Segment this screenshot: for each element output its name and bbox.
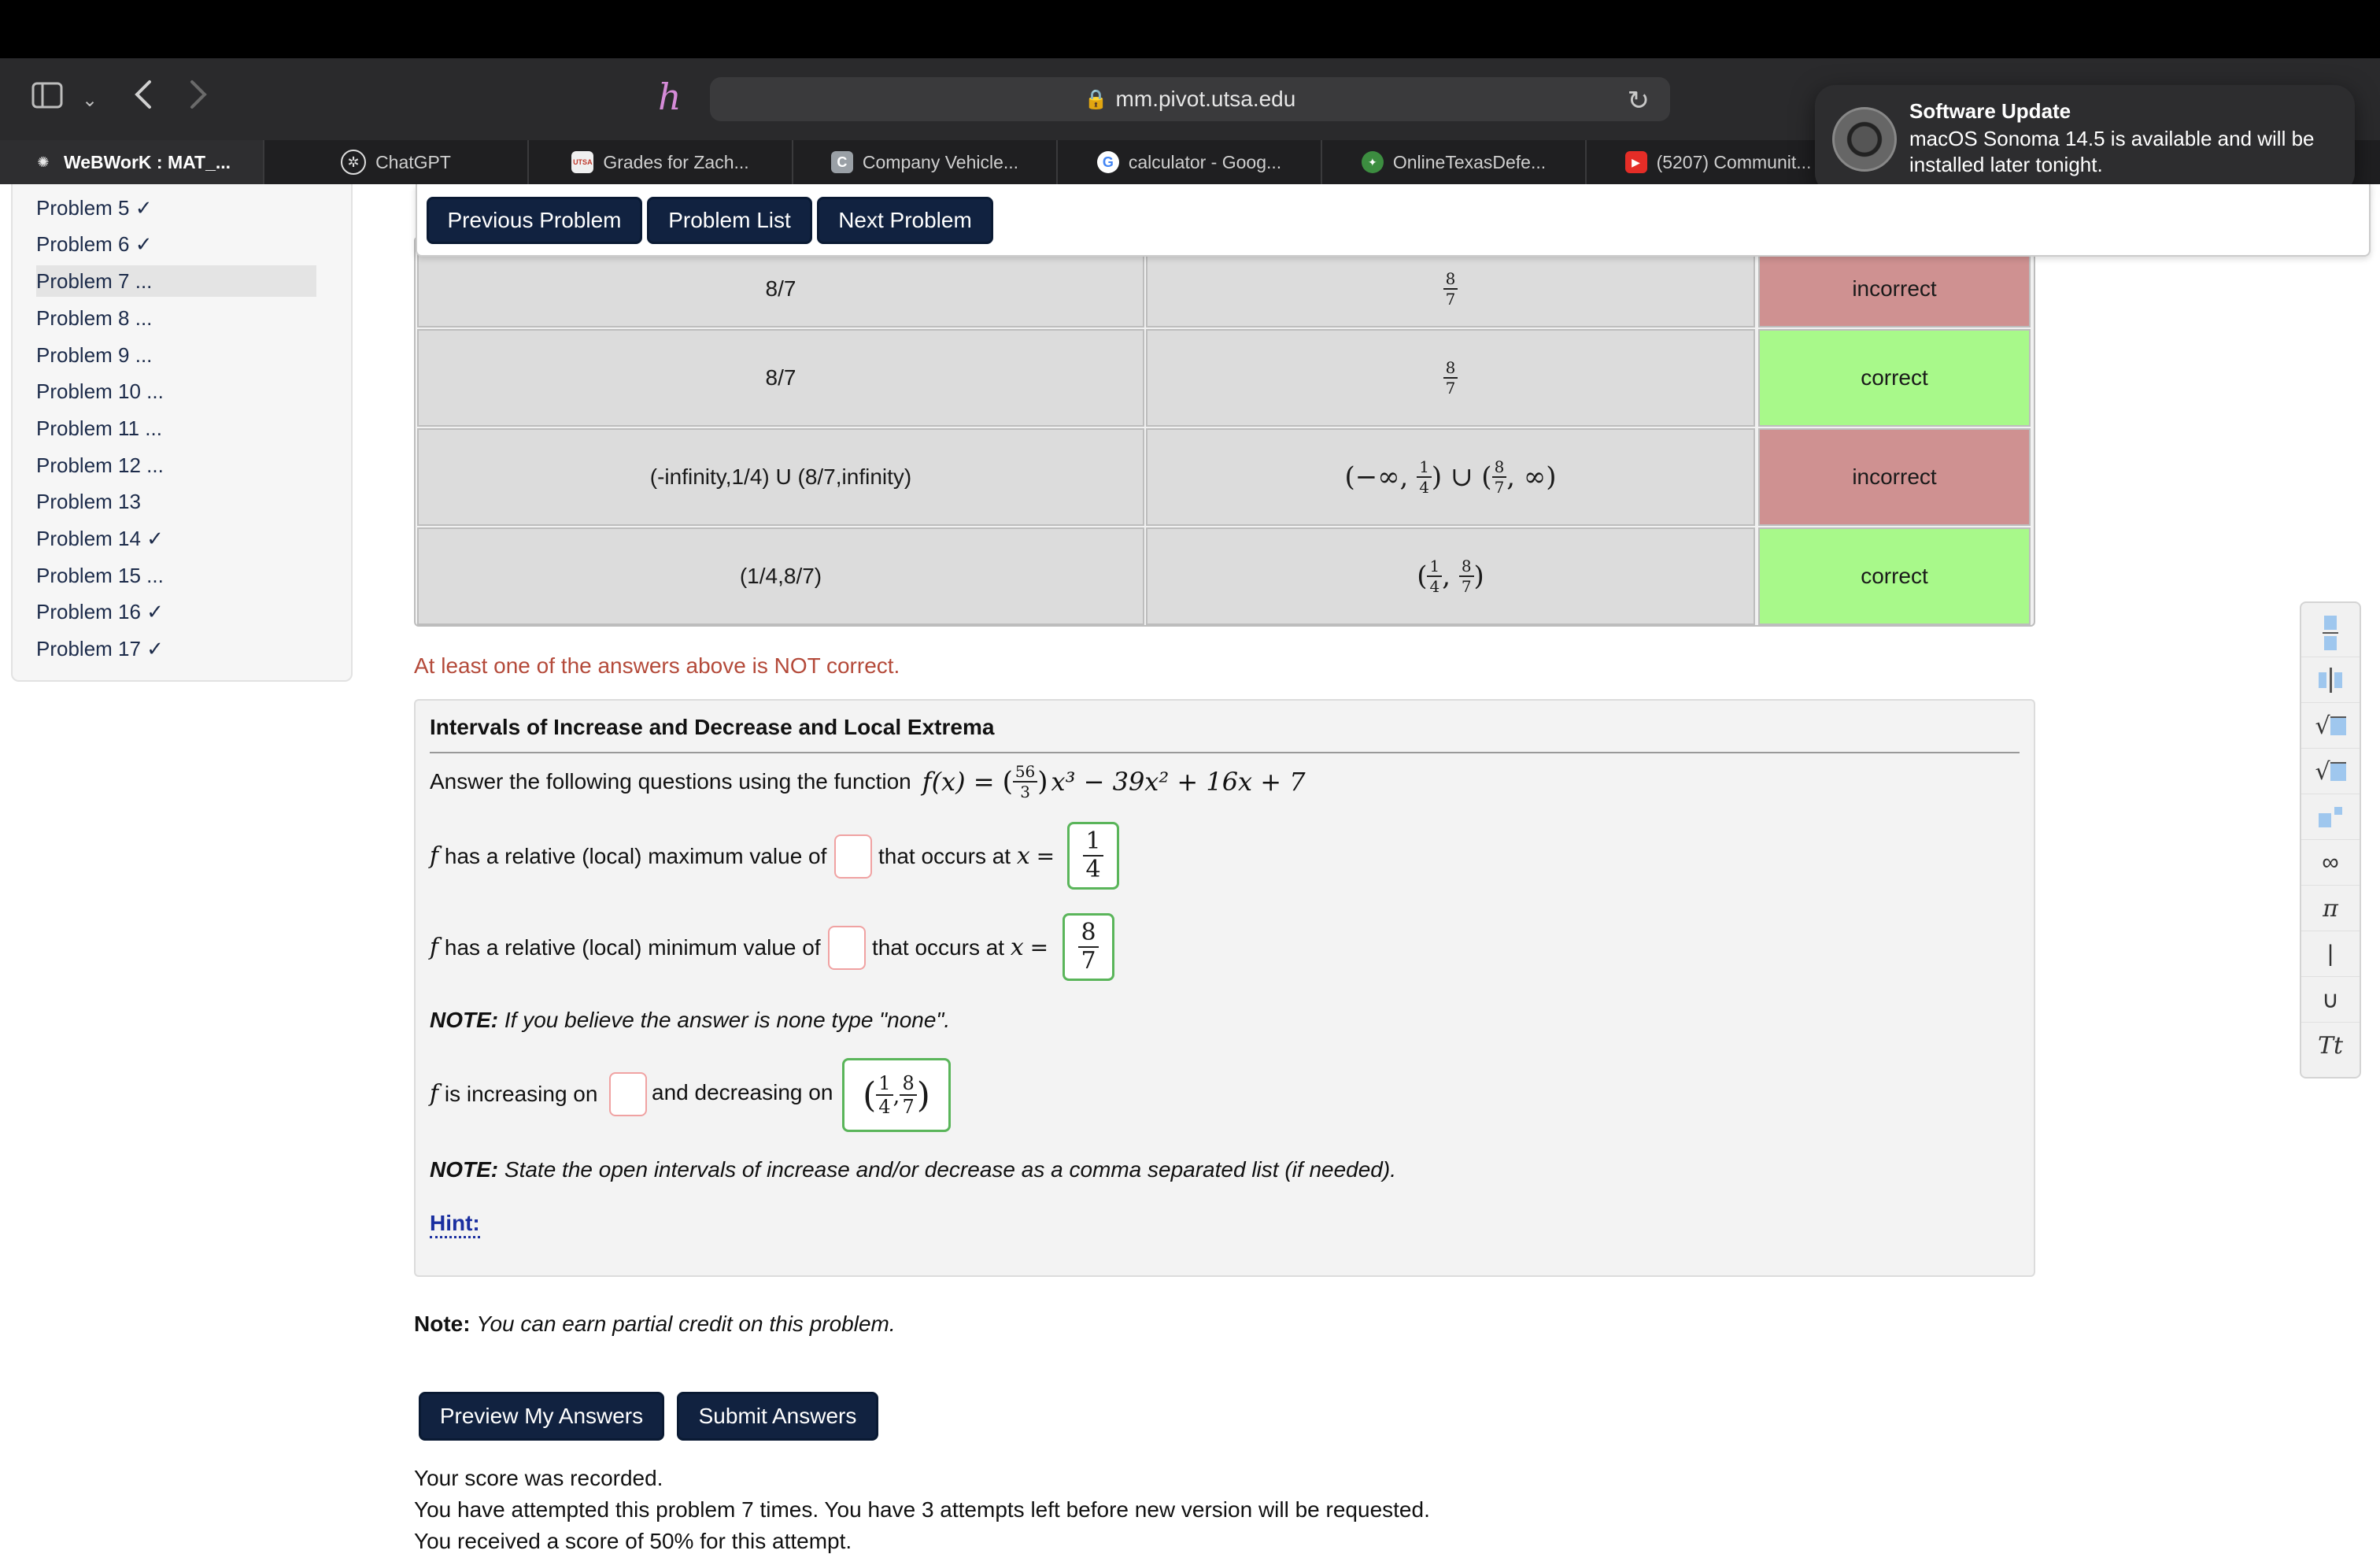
forward-icon[interactable] xyxy=(189,79,208,116)
sidebar-item-problem-9[interactable]: Problem 9 ... xyxy=(36,339,316,371)
preview-cell: 87 xyxy=(1146,329,1755,427)
sidebar-item-problem-8[interactable]: Problem 8 ... xyxy=(36,302,316,334)
attempts-text: You have attempted this problem 7 times.… xyxy=(414,1497,1430,1522)
h-extension-icon[interactable]: ℎ xyxy=(658,76,682,118)
answer-status-message: At least one of the answers above is NOT… xyxy=(414,653,900,678)
sidebar-item-problem-6[interactable]: Problem 6 ✓ xyxy=(36,228,316,260)
problem-heading: Intervals of Increase and Decrease and L… xyxy=(430,715,995,739)
text-mode-icon[interactable]: Tt xyxy=(2301,1023,2360,1067)
sqrt-icon[interactable]: √ xyxy=(2301,704,2360,749)
increasing-input[interactable] xyxy=(609,1072,647,1116)
utsa-icon: UTSA xyxy=(571,151,594,173)
mixed-fraction-icon[interactable] xyxy=(2301,658,2360,703)
vertical-bar-icon[interactable]: | xyxy=(2301,932,2360,977)
entered-cell: 8/7 xyxy=(417,250,1144,327)
sidebar-item-problem-14[interactable]: Problem 14 ✓ xyxy=(36,523,316,554)
decreasing-input[interactable]: (1 4, 8 7) xyxy=(842,1058,951,1132)
sidebar-item-problem-7[interactable]: Problem 7 ... xyxy=(36,265,316,297)
c-icon: C xyxy=(830,151,853,173)
notification-title: Software Update xyxy=(1909,99,2071,123)
sidebar-item-problem-16[interactable]: Problem 16 ✓ xyxy=(36,596,316,627)
tab-company-vehicle[interactable]: C Company Vehicle... xyxy=(793,140,1058,184)
google-icon: G xyxy=(1096,151,1119,173)
score-text: You received a score of 50% for this att… xyxy=(414,1529,852,1553)
status-badge: correct xyxy=(1758,329,2031,427)
union-icon[interactable]: ∪ xyxy=(2301,978,2360,1023)
infinity-icon[interactable]: ∞ xyxy=(2301,841,2360,886)
preview-answers-button[interactable]: Preview My Answers xyxy=(419,1392,664,1441)
status-badge: incorrect xyxy=(1758,428,2031,526)
software-update-notification[interactable]: Software Update macOS Sonoma 14.5 is ava… xyxy=(1815,85,2355,194)
min-value-input[interactable] xyxy=(828,926,866,970)
note-none: NOTE: If you believe the answer is none … xyxy=(430,1008,951,1032)
min-x-input[interactable]: 87 xyxy=(1062,913,1114,981)
url-text: mm.pivot.utsa.edu xyxy=(1115,87,1296,111)
score-recorded-text: Your score was recorded. xyxy=(414,1466,663,1490)
status-badge: correct xyxy=(1758,527,2031,625)
notification-body: macOS Sonoma 14.5 is available and will … xyxy=(1909,127,2315,176)
chevron-down-icon[interactable]: ⌄ xyxy=(82,85,98,117)
sidebar-item-problem-12[interactable]: Problem 12 ... xyxy=(36,450,316,481)
problem-list-button[interactable]: Problem List xyxy=(647,197,812,244)
tab-online-texas[interactable]: ✦ OnlineTexasDefe... xyxy=(1322,140,1587,184)
min-question: f has a relative (local) minimum value o… xyxy=(430,934,821,961)
status-badge: incorrect xyxy=(1758,250,2031,327)
tab-webwork[interactable]: ✺ WeBWorK : MAT_... xyxy=(0,140,264,184)
note-intervals: NOTE: State the open intervals of increa… xyxy=(430,1157,1396,1182)
sidebar-item-problem-11[interactable]: Problem 11 ... xyxy=(36,413,316,444)
back-icon[interactable] xyxy=(134,79,153,116)
tab-grades[interactable]: UTSA Grades for Zach... xyxy=(529,140,793,184)
exponent-icon[interactable] xyxy=(2301,795,2360,840)
heading-divider xyxy=(430,752,2020,753)
max-x-input[interactable]: 14 xyxy=(1067,822,1119,890)
tab-chatgpt[interactable]: ✲ ChatGPT xyxy=(264,140,529,184)
max-occurs-label: that occurs at x = xyxy=(878,842,1055,870)
max-question: f has a relative (local) maximum value o… xyxy=(430,842,827,870)
reload-icon[interactable]: ↻ xyxy=(1628,85,1650,117)
entered-cell: 8/7 xyxy=(417,329,1144,427)
preview-cell: (1 4, 8 7) xyxy=(1146,527,1755,625)
sidebar-toggle-icon[interactable] xyxy=(31,82,63,114)
submit-answers-button[interactable]: Submit Answers xyxy=(677,1392,878,1441)
next-problem-button[interactable]: Next Problem xyxy=(817,197,993,244)
min-occurs-label: that occurs at x = xyxy=(872,934,1049,961)
menu-bar xyxy=(0,0,2380,58)
sidebar-item-problem-17[interactable]: Problem 17 ✓ xyxy=(36,633,316,664)
previous-problem-button[interactable]: Previous Problem xyxy=(427,197,642,244)
webwork-icon: ✺ xyxy=(37,154,50,170)
lock-icon: 🔒 xyxy=(1084,88,1108,110)
settings-gear-icon xyxy=(1832,107,1897,172)
address-bar[interactable]: 🔒 mm.pivot.utsa.edu ↻ xyxy=(710,77,1670,121)
chatgpt-icon: ✲ xyxy=(341,150,367,175)
entered-cell: (-infinity,1/4) U (8/7,infinity) xyxy=(417,428,1144,526)
tab-youtube[interactable]: ▶ (5207) Communit... xyxy=(1587,140,1851,184)
partial-credit-note: Note: You can earn partial credit on thi… xyxy=(414,1312,896,1336)
decreasing-label: and decreasing on xyxy=(652,1080,833,1104)
sidebar-item-problem-15[interactable]: Problem 15 ... xyxy=(36,560,316,591)
nth-root-icon[interactable]: √ xyxy=(2301,749,2360,794)
problem-intro: Answer the following questions using the… xyxy=(430,762,1306,801)
max-value-input[interactable] xyxy=(834,834,872,879)
math-palette: √ √ ∞ π | ∪ Tt xyxy=(2300,601,2361,1079)
sidebar-item-problem-5[interactable]: Problem 5 ✓ xyxy=(36,192,316,224)
tab-calculator[interactable]: Gcalculator - Goog... xyxy=(1058,140,1322,184)
pi-icon[interactable]: π xyxy=(2301,886,2360,931)
entered-cell: (1/4,8/7) xyxy=(417,527,1144,625)
youtube-icon: ▶ xyxy=(1624,151,1647,173)
sidebar-item-problem-13[interactable]: Problem 13 xyxy=(36,486,316,517)
sidebar-item-problem-10[interactable]: Problem 10 ... xyxy=(36,376,316,407)
preview-cell: (−∞, 1 4) ∪ (8 7, ∞) xyxy=(1146,428,1755,526)
fraction-icon[interactable] xyxy=(2301,609,2360,657)
texas-icon: ✦ xyxy=(1361,151,1384,173)
preview-cell: 87 xyxy=(1146,250,1755,327)
hint-link[interactable]: Hint: xyxy=(430,1211,480,1238)
increasing-question: f is increasing on xyxy=(430,1080,598,1108)
